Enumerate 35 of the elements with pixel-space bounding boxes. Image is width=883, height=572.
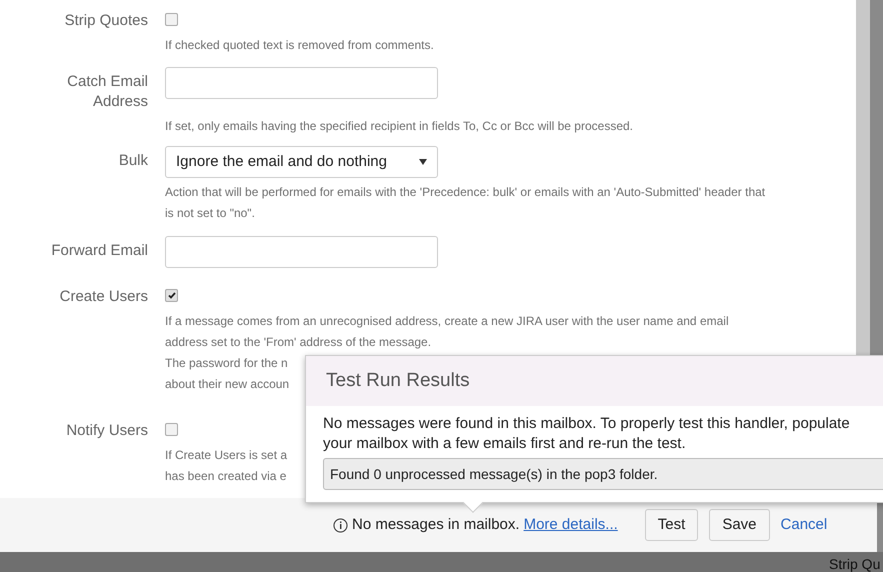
- help-text: Action that will be performed for emails with the 'Precedence: bulk' or emails with an 'Auto-Submitted' header that: [165, 184, 766, 201]
- checkmark-icon: [168, 292, 176, 299]
- text-field[interactable]: [165, 236, 438, 268]
- footer-button[interactable]: Save: [709, 509, 770, 541]
- help-text: If a message comes from an unrecognised address, create a new JIRA user with the user name and email: [165, 313, 729, 330]
- cancel-link[interactable]: Cancel: [780, 514, 828, 536]
- field-label: Strip Quotes: [64, 11, 148, 31]
- help-text: is not set to "no".: [165, 205, 255, 222]
- status-text: No messages in mailbox.: [352, 514, 520, 535]
- help-text: If set, only emails having the specified recipient in fields To, Cc or Bcc will be processed.: [165, 118, 633, 135]
- field-label: Create Users: [58, 287, 148, 307]
- help-text: has been created via e: [165, 468, 286, 485]
- more-details-link[interactable]: More details...: [524, 514, 618, 536]
- popup-message: No messages were found in this mailbox. To properly test this handler, populate your mailbox with a few emails first and re-run the test.: [323, 414, 851, 454]
- result-box: Found 0 unprocessed message(s) in the pop3 folder.: [323, 458, 883, 490]
- checkbox[interactable]: [165, 13, 178, 26]
- field-label: Address: [92, 92, 148, 112]
- help-text: If Create Users is set a: [165, 447, 288, 464]
- background-text: Strip Qu: [829, 555, 880, 572]
- checkbox[interactable]: [165, 289, 178, 302]
- help-text: If checked quoted text is removed from comments.: [165, 37, 434, 54]
- checkbox[interactable]: [165, 423, 178, 436]
- text-field[interactable]: [165, 67, 438, 99]
- help-text: address set to the 'From' address of the message.: [165, 334, 432, 351]
- caret-icon: [419, 159, 427, 165]
- footer-button[interactable]: Test: [644, 509, 698, 541]
- help-text: The password for the n: [165, 355, 288, 372]
- help-text: about their new accoun: [165, 376, 290, 393]
- field-label: Notify Users: [65, 421, 148, 441]
- popup-title: Test Run Results: [326, 368, 470, 393]
- field-label: Forward Email: [50, 241, 148, 261]
- dropdown[interactable]: Ignore the email and do nothing: [165, 146, 438, 178]
- info-icon: [333, 518, 348, 532]
- field-label: Bulk: [118, 151, 148, 171]
- field-label: Catch Email: [66, 72, 148, 92]
